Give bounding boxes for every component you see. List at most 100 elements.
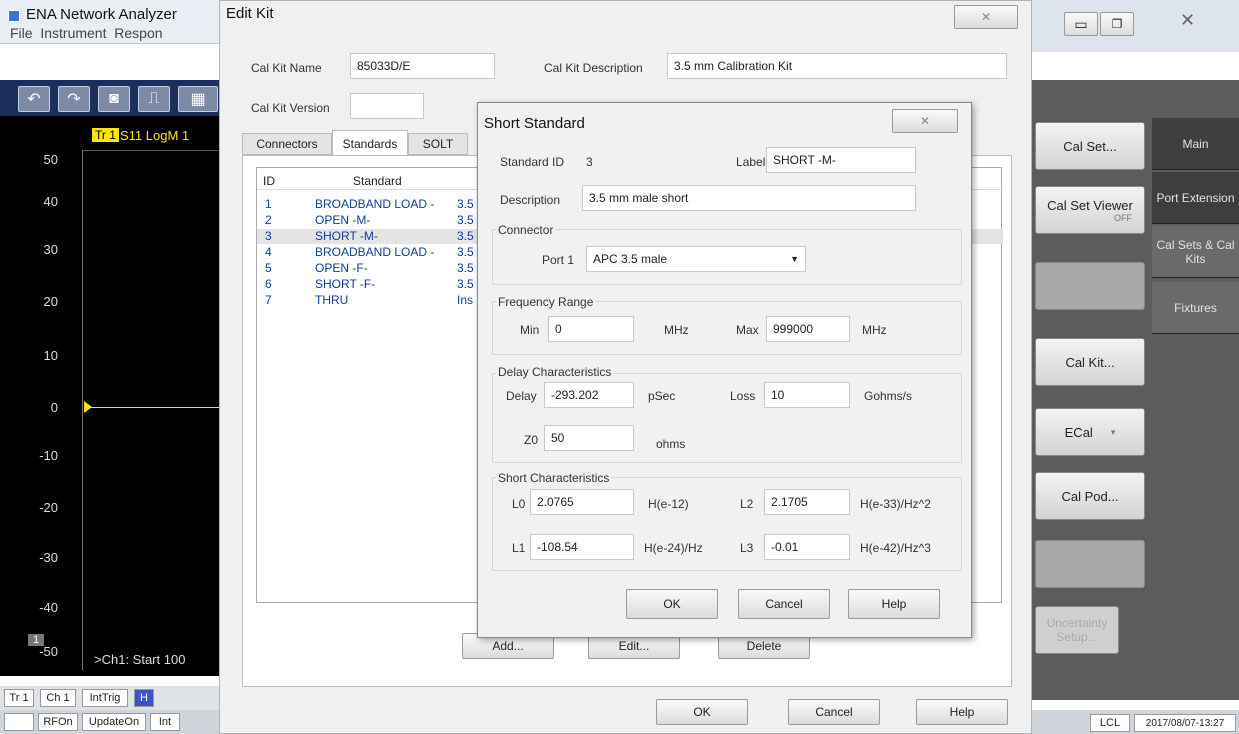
cal-set-viewer-button[interactable]: Cal Set Viewer OFF xyxy=(1035,186,1145,234)
trace-badge[interactable]: Tr 1 xyxy=(92,128,119,142)
z0-field[interactable]: 50 xyxy=(544,425,634,451)
standard-id-label: Standard ID xyxy=(500,155,565,169)
y-tick: -50 xyxy=(39,644,58,659)
tab-port-extension[interactable]: Port Extension xyxy=(1152,172,1239,224)
label-field[interactable]: SHORT -M- xyxy=(766,147,916,173)
menubar: File Instrument Respon xyxy=(10,25,163,41)
status-hold[interactable]: H xyxy=(134,689,154,707)
blank-softkey[interactable] xyxy=(1035,262,1145,310)
short-help-button[interactable]: Help xyxy=(848,589,940,619)
blank-softkey-2[interactable] xyxy=(1035,540,1145,588)
row-standard: OPEN -F- xyxy=(315,261,368,275)
dialog-title: Edit Kit xyxy=(226,5,274,22)
tab-solt[interactable]: SOLT xyxy=(408,133,468,155)
min-unit: MHz xyxy=(664,323,689,337)
delay-title: Delay Characteristics xyxy=(496,365,614,379)
cancel-button[interactable]: Cancel xyxy=(788,699,880,725)
ecal-label: ECal xyxy=(1064,424,1093,440)
loss-unit: Gohms/s xyxy=(864,389,913,403)
l0-unit: H(e-12) xyxy=(648,497,689,511)
tab-cal-sets[interactable]: Cal Sets & Cal Kits xyxy=(1152,226,1239,278)
l2-label: L2 xyxy=(740,497,754,511)
l3-field[interactable]: -0.01 xyxy=(764,534,850,560)
short-cancel-button[interactable]: Cancel xyxy=(738,589,830,619)
column-standard[interactable]: Standard xyxy=(353,174,402,188)
row-desc: 3.5 xyxy=(457,213,474,227)
channel-badge[interactable]: 1 xyxy=(28,634,45,646)
description-field[interactable]: 3.5 mm male short xyxy=(582,185,916,211)
row-desc: 3.5 xyxy=(457,197,474,211)
row-standard: BROADBAND LOAD - xyxy=(315,245,435,259)
cal-kit-version-field[interactable] xyxy=(350,93,424,119)
cal-set-button[interactable]: Cal Set... xyxy=(1035,122,1145,170)
cal-kit-name-field[interactable]: 85033D/E xyxy=(350,53,495,79)
tab-main[interactable]: Main xyxy=(1152,118,1239,170)
close-button[interactable]: ✕ xyxy=(954,5,1018,29)
window-close-icon[interactable]: ✕ xyxy=(1180,10,1195,31)
tab-standards[interactable]: Standards xyxy=(332,130,408,156)
port-select[interactable]: APC 3.5 male ▼ xyxy=(586,246,806,272)
l3-label: L3 xyxy=(740,541,754,555)
row-standard: BROADBAND LOAD - xyxy=(315,197,435,211)
uncertainty-setup-button[interactable]: Uncertainty Setup... xyxy=(1035,606,1119,654)
min-field[interactable]: 0 xyxy=(548,316,634,342)
y-tick: 20 xyxy=(43,294,58,309)
menu-file[interactable]: File xyxy=(10,25,33,41)
status-int[interactable]: Int xyxy=(150,713,180,731)
maximize-button[interactable]: ❐ xyxy=(1100,12,1134,36)
loss-field[interactable]: 10 xyxy=(764,382,850,408)
row-id: 2 xyxy=(265,213,272,227)
row-id: 4 xyxy=(265,245,272,259)
max-label: Max xyxy=(736,323,759,337)
l1-field[interactable]: -108.54 xyxy=(530,534,634,560)
y-tick: 40 xyxy=(43,194,58,209)
delay-label: Delay xyxy=(506,389,537,403)
cal-kit-desc-label: Cal Kit Description xyxy=(544,61,643,75)
row-id: 6 xyxy=(265,277,272,291)
column-id[interactable]: ID xyxy=(263,174,275,188)
l0-field[interactable]: 2.0765 xyxy=(530,489,634,515)
minimize-button[interactable]: ▭ xyxy=(1064,12,1098,36)
tab-fixtures[interactable]: Fixtures xyxy=(1152,282,1239,334)
short-ok-button[interactable]: OK xyxy=(626,589,718,619)
status-update[interactable]: UpdateOn xyxy=(82,713,146,731)
status-channel[interactable]: Ch 1 xyxy=(40,689,76,707)
trace-measure: S11 LogM 1 xyxy=(120,128,190,143)
row-standard: THRU xyxy=(315,293,349,307)
cal-pod-button[interactable]: Cal Pod... xyxy=(1035,472,1145,520)
cal-kit-desc-field[interactable]: 3.5 mm Calibration Kit xyxy=(667,53,1007,79)
tab-connectors[interactable]: Connectors xyxy=(242,133,332,155)
status-bar-bottom: RFOn UpdateOn Int xyxy=(0,710,226,734)
ok-button[interactable]: OK xyxy=(656,699,748,725)
menu-instrument[interactable]: Instrument xyxy=(40,25,106,41)
loss-label: Loss xyxy=(730,389,756,403)
menu-response[interactable]: Respon xyxy=(114,25,162,41)
min-label: Min xyxy=(520,323,540,337)
z0-unit: ohms xyxy=(656,437,686,451)
row-id: 1 xyxy=(265,197,272,211)
status-rf[interactable]: RFOn xyxy=(38,713,78,731)
add-trace-icon[interactable]: ⎍ xyxy=(138,86,170,112)
y-tick: -30 xyxy=(39,550,58,565)
delay-field[interactable]: -293.202 xyxy=(544,382,634,408)
short-standard-dialog: Short Standard ✕ Standard ID 3 Label SHO… xyxy=(477,102,972,638)
ecal-button[interactable]: ECal ▾ xyxy=(1035,408,1145,456)
reference-marker-icon xyxy=(84,401,92,413)
row-standard: OPEN -M- xyxy=(315,213,371,227)
status-trigger[interactable]: IntTrig xyxy=(82,689,128,707)
l2-field[interactable]: 2.1705 xyxy=(764,489,850,515)
help-button[interactable]: Help xyxy=(916,699,1008,725)
short-close-button[interactable]: ✕ xyxy=(892,109,958,133)
status-trace[interactable]: Tr 1 xyxy=(4,689,34,707)
max-field[interactable]: 999000 xyxy=(766,316,850,342)
camera-icon[interactable]: ◙ xyxy=(98,86,130,112)
cal-set-viewer-label: Cal Set Viewer xyxy=(1047,197,1133,213)
cal-kit-button[interactable]: Cal Kit... xyxy=(1035,338,1145,386)
toolbar-icon[interactable]: ▦ xyxy=(178,86,218,112)
cal-kit-version-label: Cal Kit Version xyxy=(251,101,330,115)
undo-icon[interactable]: ↶ xyxy=(18,86,50,112)
redo-icon[interactable]: ↷ xyxy=(58,86,90,112)
chevron-down-icon: ▾ xyxy=(1110,426,1116,437)
description-label: Description xyxy=(500,193,561,207)
l2-unit: H(e-33)/Hz^2 xyxy=(860,497,931,511)
